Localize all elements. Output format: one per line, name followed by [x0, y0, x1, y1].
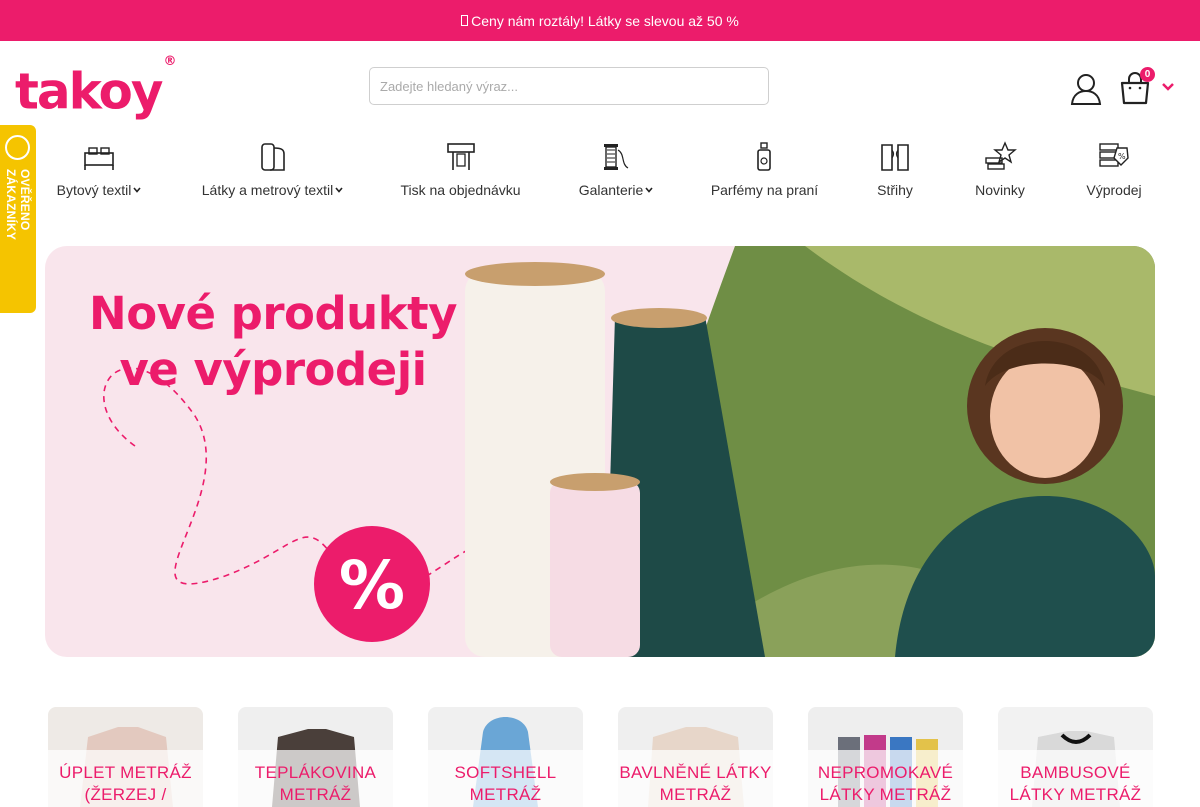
tag-icon	[461, 15, 469, 26]
pattern-icon	[881, 144, 909, 171]
category-card[interactable]: BAMBUSOVÉ LÁTKY METRÁŽ	[998, 707, 1153, 807]
category-label: LÁTKY METRÁŽ	[819, 785, 952, 804]
category-card[interactable]: BAVLNĚNÉ LÁTKY METRÁŽ	[618, 707, 773, 807]
category-label: BAVLNĚNÉ LÁTKY	[619, 763, 772, 782]
nav-item-vyprodej[interactable]: % Výprodej	[1086, 140, 1142, 198]
chevron-down-icon	[335, 187, 343, 193]
search-input[interactable]	[369, 67, 769, 105]
category-grid: ÚPLET METRÁŽ (ŽERZEJ / JERSEY) TEPLÁKOVIN…	[0, 707, 1200, 807]
nav-label: Bytový textil	[56, 182, 132, 198]
nav-item-bytovy-textil[interactable]: Bytový textil	[57, 140, 141, 198]
fabric-roll-icon	[260, 143, 285, 171]
nav-item-latky[interactable]: Látky a metrový textil	[201, 140, 343, 198]
category-label: NEPROMOKAVÉ	[817, 763, 954, 782]
logo-mark: ®	[163, 54, 177, 69]
hero-banner[interactable]: % Nové produkty ve výprodeji	[45, 246, 1155, 657]
nav-item-strihy[interactable]: Střihy	[877, 140, 913, 198]
nav-item-tisk[interactable]: Tisk na objednávku	[400, 140, 521, 198]
nav-label: Výprodej	[1086, 182, 1142, 198]
hero-percent-badge: %	[339, 547, 405, 624]
nav-item-parfemy[interactable]: Parfémy na praní	[710, 140, 819, 198]
cart-count-badge: 0	[1140, 67, 1155, 82]
hero-title-line2: ve výprodeji	[119, 343, 427, 396]
chevron-down-icon	[645, 187, 653, 193]
nav-label: Novinky	[975, 182, 1025, 198]
main-navigation: Bytový textil Látky a metrový textil Tis…	[0, 140, 1200, 210]
sale-tag-icon: %	[1099, 143, 1129, 167]
thread-spool-icon	[604, 144, 629, 170]
site-header: takoy® 0	[0, 41, 1200, 131]
category-label: TEPLÁKOVINA	[254, 763, 377, 782]
logo-text: takoy	[15, 62, 163, 121]
category-card[interactable]: NEPROMOKAVÉ LÁTKY METRÁŽ	[808, 707, 963, 807]
printer-icon	[446, 143, 475, 170]
category-label: (ŽERZEJ / JERSEY)	[84, 785, 167, 804]
nav-label: Parfémy na praní	[710, 182, 819, 198]
category-card[interactable]: TEPLÁKOVINA METRÁŽ	[238, 707, 393, 807]
chevron-down-icon	[133, 187, 141, 193]
category-card[interactable]: ÚPLET METRÁŽ (ŽERZEJ / JERSEY)	[48, 707, 203, 807]
nav-label: Tisk na objednávku	[400, 182, 521, 198]
chevron-down-icon[interactable]	[1161, 81, 1175, 93]
bed-icon	[84, 147, 114, 170]
nav-label: Střihy	[877, 182, 913, 198]
nav-label: Galanterie	[578, 182, 644, 198]
promo-text: Ceny nám roztály! Látky se slevou až 50 …	[471, 12, 739, 29]
svg-text:%: %	[1118, 152, 1126, 161]
logo[interactable]: takoy®	[15, 54, 177, 117]
hero-title: Nové produkty ve výprodeji	[73, 286, 473, 398]
category-card[interactable]: SOFTSHELL METRÁŽ	[428, 707, 583, 807]
category-label: ÚPLET METRÁŽ	[59, 763, 192, 782]
nav-item-novinky[interactable]: Novinky	[975, 140, 1025, 198]
user-icon[interactable]	[1069, 72, 1103, 106]
new-star-icon	[985, 141, 1017, 170]
category-label: METRÁŽ	[659, 785, 732, 804]
category-label: METRÁŽ	[469, 785, 542, 804]
nav-label: Látky a metrový textil	[201, 182, 334, 198]
perfume-bottle-icon	[756, 142, 771, 171]
promo-bar[interactable]: Ceny nám roztály! Látky se slevou až 50 …	[0, 0, 1200, 41]
category-label: SOFTSHELL	[454, 763, 557, 782]
category-label: LÁTKY METRÁŽ	[1009, 785, 1142, 804]
nav-item-galanterie[interactable]: Galanterie	[578, 140, 653, 198]
hero-title-line1: Nové produkty	[89, 287, 457, 340]
category-label: METRÁŽ	[279, 785, 352, 804]
category-label: BAMBUSOVÉ	[1020, 763, 1131, 782]
